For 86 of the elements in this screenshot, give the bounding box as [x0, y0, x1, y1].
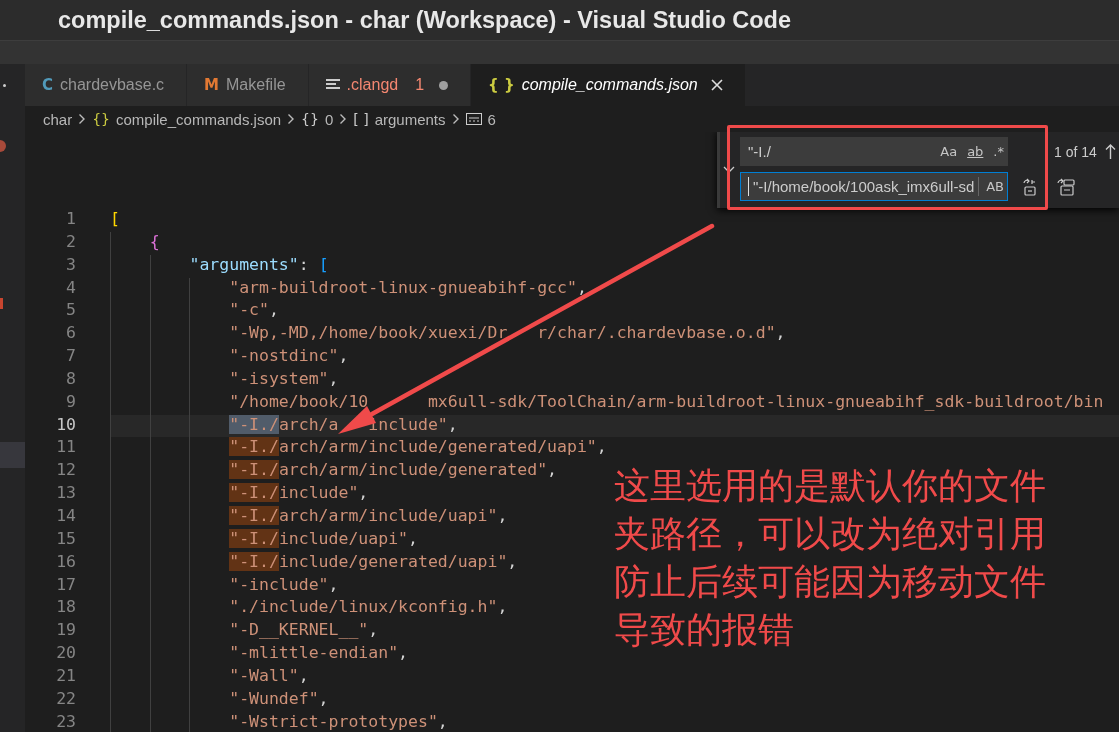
code-line: "-isystem", — [229, 368, 339, 390]
breadcrumb-item[interactable]: {} 0 — [301, 110, 334, 128]
file-type-icon: C — [42, 76, 53, 94]
symbol-icon: [ ] — [353, 111, 369, 127]
code-line: "-Wundef", — [229, 688, 329, 710]
toggle-option[interactable]: Aa — [937, 142, 961, 161]
code-line: "-Wall", — [229, 665, 309, 687]
line-number: 11 — [55, 437, 77, 459]
breadcrumb-item[interactable]: char — [43, 110, 73, 128]
line-number: 1 — [65, 209, 77, 230]
line-number: 8 — [65, 368, 77, 390]
chevron-icon — [78, 113, 87, 125]
lines-icon — [325, 79, 340, 91]
line-number: 6 — [65, 323, 77, 345]
up-arrow-icon[interactable] — [1104, 143, 1116, 160]
line-number: 4 — [65, 277, 77, 299]
line-number: 16 — [55, 551, 77, 573]
line-number: 9 — [65, 391, 77, 413]
code-line: "-D__KERNEL__", — [229, 620, 379, 642]
line-number: 3 — [65, 254, 77, 276]
line-number: 22 — [55, 688, 77, 710]
line-number: 14 — [55, 505, 77, 527]
line-number: 10 — [55, 414, 77, 436]
file-type-icon: { } — [488, 76, 515, 94]
replace-field[interactable]: "-I/home/book/100ask_imx6ull-sd AB — [740, 172, 1008, 201]
code-line: "-I./arch/a include", — [229, 414, 458, 436]
editor-tab[interactable]: { } compile_commands.json — [471, 64, 746, 106]
annotation-text: 这里选用的是默认你的文件夹路径，可以改为绝对引用防止后续可能因为移动文件导致的报错 — [614, 464, 1046, 652]
window-title: compile_commands.json - char (Workspace) - Visual Studio Code — [58, 6, 792, 34]
status-mark — [0, 298, 3, 309]
code-line: "-I./include/generated/uapi", — [229, 551, 518, 573]
chevron-icon[interactable] — [722, 164, 735, 174]
toggle-option[interactable]: .* — [990, 142, 1007, 161]
code-line: "-Wstrict-prototypes", — [229, 711, 448, 732]
code-line: "-mlittle-endian", — [229, 643, 409, 665]
code-line: "-I./include/uapi", — [229, 528, 418, 550]
toggle-option[interactable]: ab — [964, 142, 987, 161]
code-line: [ — [110, 209, 120, 230]
code-line: "-I./arch/arm/include/generated", — [229, 460, 558, 482]
breadcrumb-item[interactable]: {} compile_commands.json — [92, 110, 282, 128]
line-number: 17 — [55, 574, 77, 596]
code-line: "-I./arch/arm/include/uapi", — [229, 505, 508, 527]
code-line: "-Wp,-MD,/home/book/xuexi/Dr r/char/.chardevbase.o.d", — [229, 323, 786, 345]
find-field[interactable]: "-I./ Aa ab .* — [740, 137, 1008, 166]
line-number: 13 — [55, 483, 77, 505]
close-icon[interactable] — [710, 79, 723, 91]
editor-tab[interactable]: .clangd 1 — [308, 64, 472, 106]
code-line: "./include/linux/kconfig.h", — [229, 597, 508, 619]
editor-tab[interactable]: C chardevbase.c — [25, 64, 188, 106]
line-number: 20 — [55, 643, 77, 665]
code-line: "-c", — [229, 300, 279, 322]
code-line: "-I./arch/arm/include/generated/uapi", — [229, 437, 607, 459]
replace-icon[interactable] — [1022, 177, 1038, 196]
selected-row — [0, 442, 25, 468]
match-count: 1 of 14 — [1054, 143, 1097, 160]
symbol-icon: {} — [92, 111, 110, 127]
problem-count: 1 — [415, 76, 425, 94]
line-number: 18 — [55, 597, 77, 619]
editor-tab[interactable]: M Makefile — [187, 64, 309, 106]
chevron-icon — [287, 113, 296, 125]
line-number: 7 — [65, 346, 77, 368]
chevron-icon — [451, 113, 460, 125]
line-number: 15 — [55, 528, 77, 550]
code-line: "-nostdinc", — [229, 346, 349, 368]
code-line: "/home/book/10 mx6ull-sdk/ToolChain/arm-buildroot-linux-gnueabihf_sdk-buildroot/bin — [229, 391, 1104, 413]
code-line: { — [149, 231, 160, 253]
string-icon — [465, 113, 482, 125]
code-line: "arguments": [ — [189, 254, 329, 276]
more-icon — [3, 83, 6, 87]
code-line: "-include", — [229, 574, 339, 596]
text-cursor — [748, 177, 749, 196]
code-line: "-I./include", — [229, 483, 369, 505]
line-number: 21 — [55, 665, 77, 687]
line-number: 2 — [65, 231, 77, 253]
symbol-icon: {} — [301, 111, 319, 127]
code-line: "arm-buildroot-linux-gnueabihf-gcc", — [229, 277, 587, 299]
breadcrumb-item[interactable]: [ ] arguments — [353, 110, 446, 128]
replace-all-icon[interactable] — [1056, 177, 1076, 196]
line-number: 19 — [55, 620, 77, 642]
file-type-icon: M — [204, 76, 219, 94]
line-number: 12 — [55, 460, 77, 482]
line-number: 5 — [65, 300, 77, 322]
line-number: 23 — [55, 711, 77, 732]
toggle-option[interactable]: AB — [983, 177, 1007, 196]
breadcrumb-item[interactable]: 6 — [465, 110, 496, 128]
chevron-icon — [339, 113, 348, 125]
